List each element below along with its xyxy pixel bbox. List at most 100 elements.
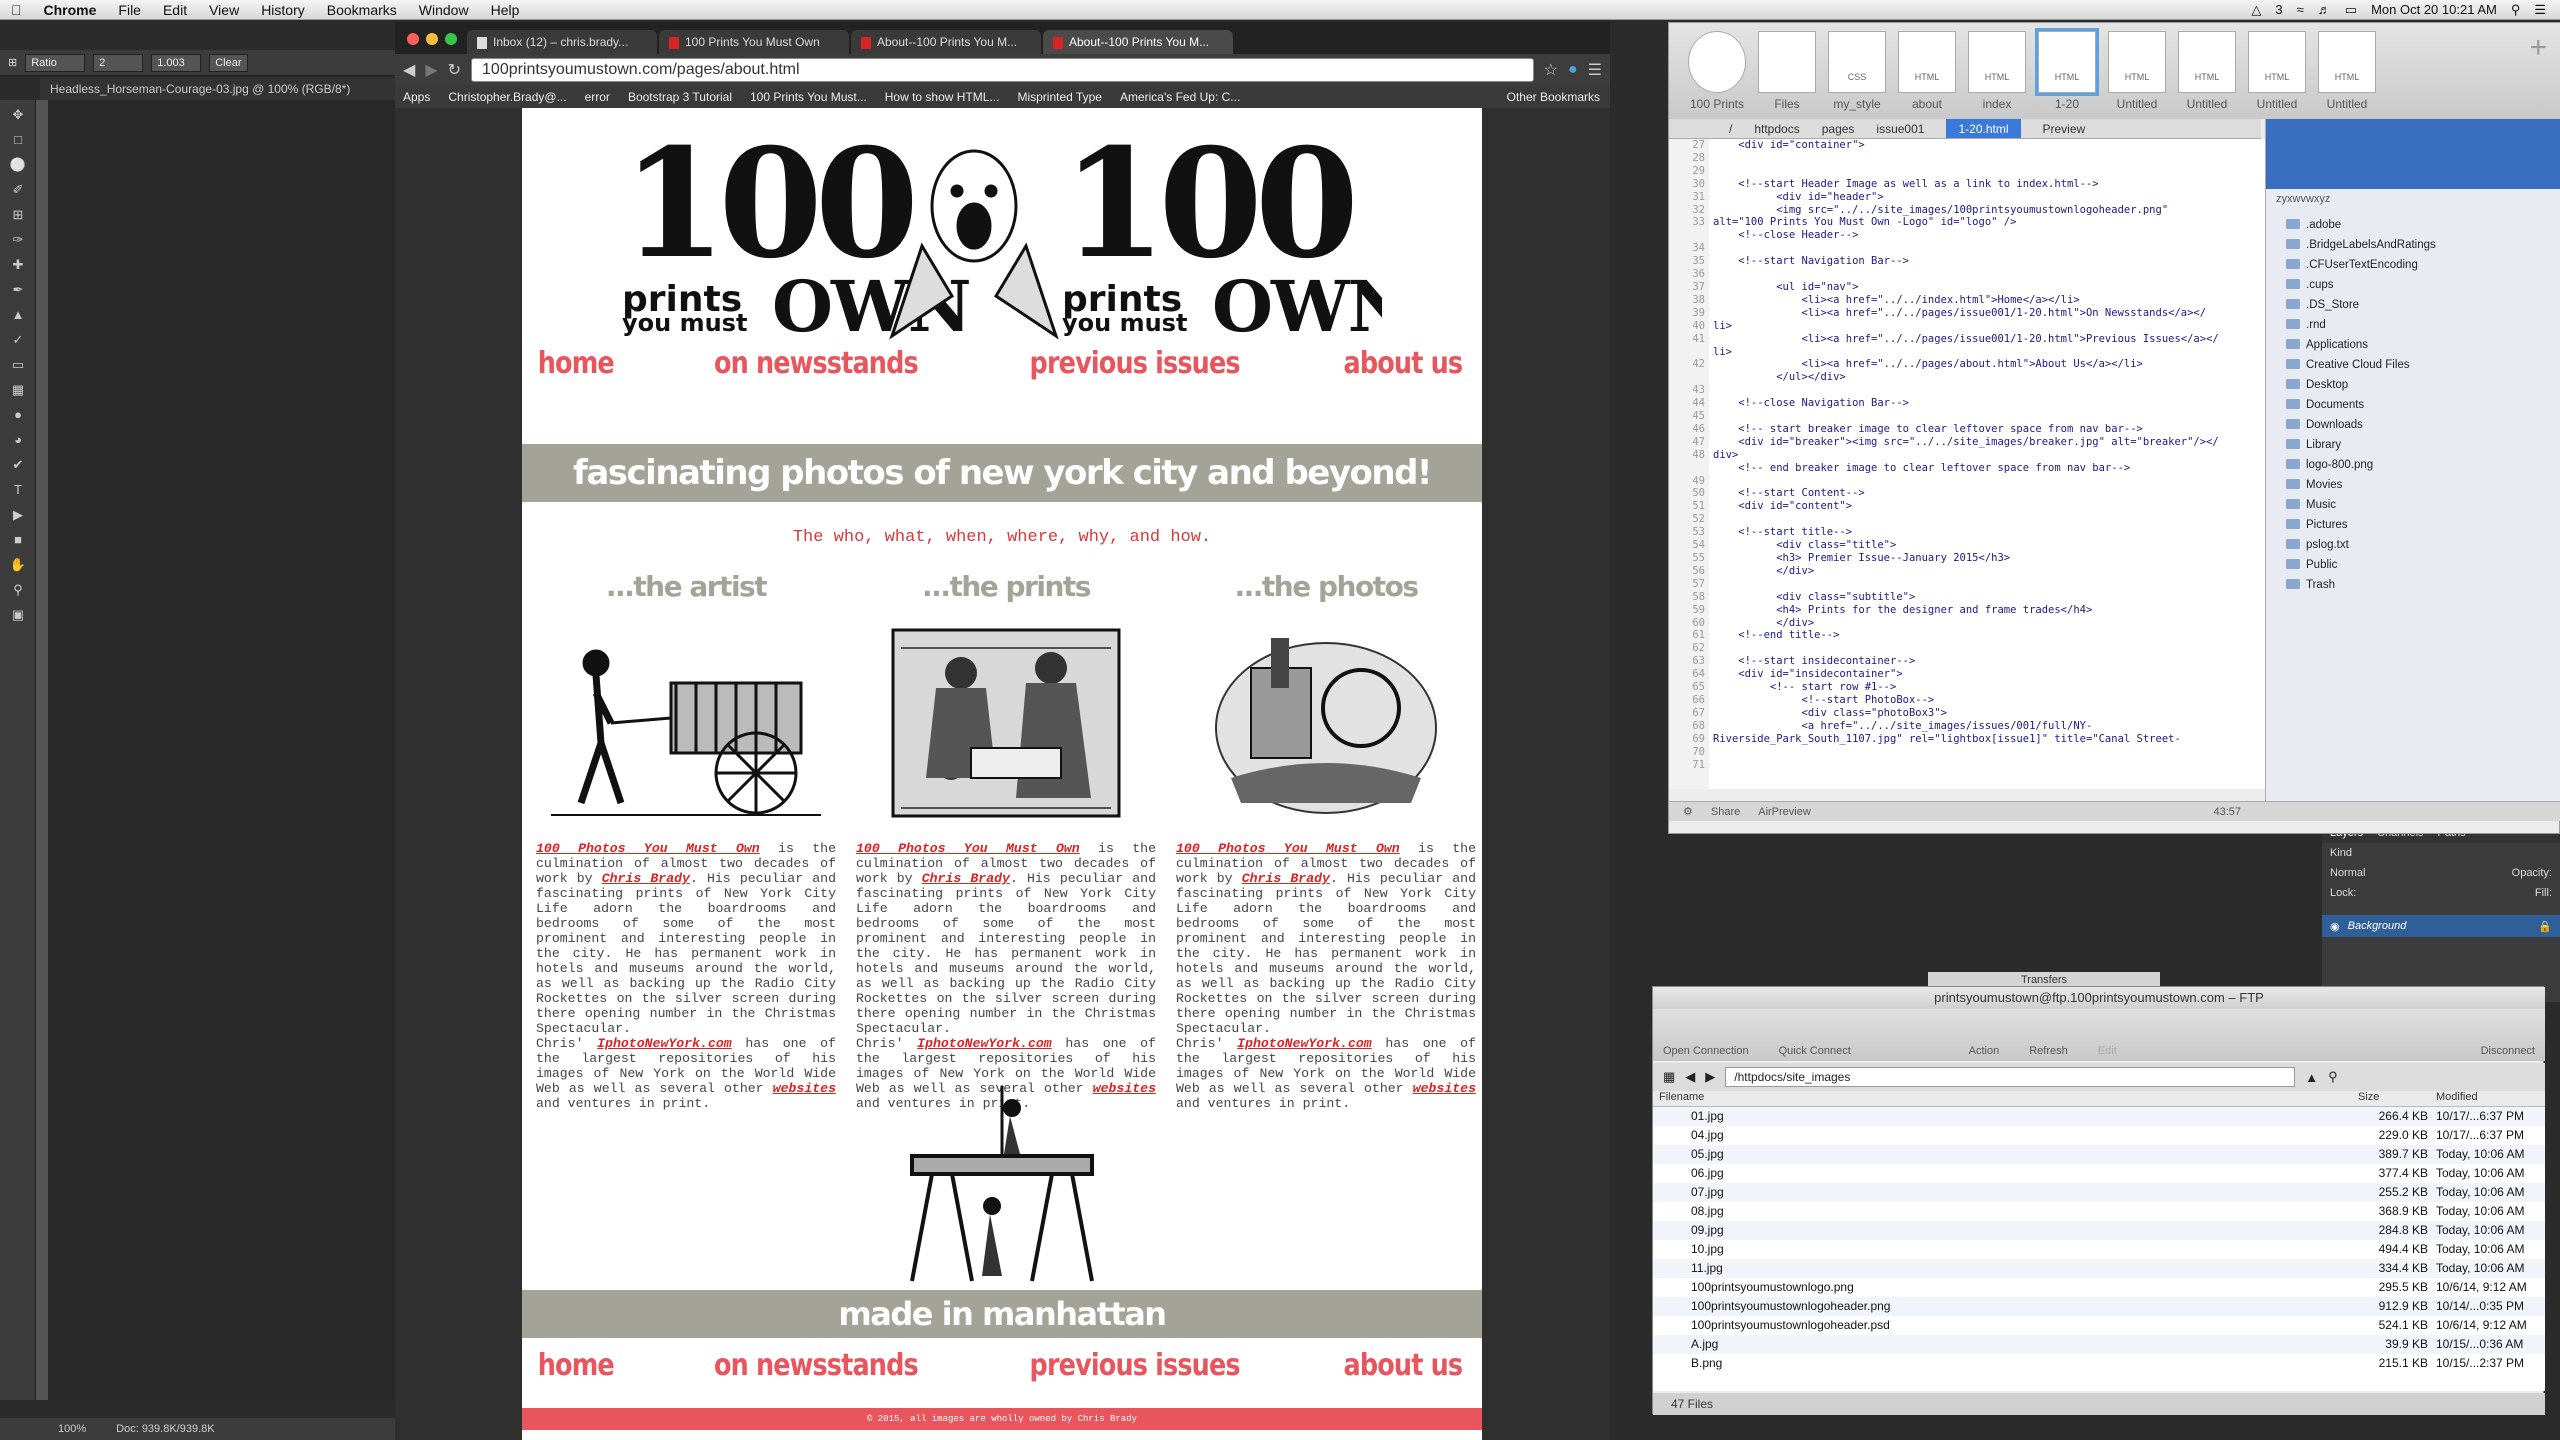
apple-icon[interactable]:  xyxy=(0,2,33,18)
table-row[interactable]: 07.jpg 255.2 KB Today, 10:06 AM xyxy=(1653,1183,2545,1202)
lasso-tool-icon[interactable]: ⚪ xyxy=(6,155,30,175)
col-size[interactable]: Size xyxy=(2358,1091,2428,1106)
bio-title-link[interactable]: 100 Photos You Must Own xyxy=(856,841,1080,856)
list-item[interactable]: Public xyxy=(2286,555,2541,575)
pen-icon[interactable]: ✔ xyxy=(6,455,30,475)
quick-connect-button[interactable]: Quick Connect xyxy=(1779,1045,1939,1057)
menu-file[interactable]: File xyxy=(107,2,152,18)
menu-view[interactable]: View xyxy=(198,2,250,18)
spotlight-icon[interactable]: ⚲ xyxy=(2511,2,2521,18)
dodge-icon[interactable]: ◕ xyxy=(6,430,30,450)
list-item[interactable]: logo-800.png xyxy=(2286,455,2541,475)
table-row[interactable]: A.jpg 39.9 KB 10/15/...0:36 AM xyxy=(1653,1335,2545,1354)
action-button[interactable]: Action xyxy=(1969,1045,2000,1057)
airpreview-button[interactable]: AirPreview xyxy=(1758,802,1811,821)
menu-app-name[interactable]: Chrome xyxy=(33,2,108,18)
crop-ratio-select[interactable]: Ratio xyxy=(25,53,86,72)
list-item[interactable]: Desktop xyxy=(2286,375,2541,395)
bookmark-star-icon[interactable]: ☆ xyxy=(1544,60,1558,80)
extension-icon[interactable]: ● xyxy=(1568,61,1578,79)
move-tool-icon[interactable]: ✥ xyxy=(6,105,30,125)
tab-untitled-1[interactable]: HTML Untitled xyxy=(2105,31,2169,119)
add-tab-icon[interactable]: + xyxy=(2529,31,2555,119)
eraser-icon[interactable]: ▭ xyxy=(6,355,30,375)
ps-canvas-area[interactable] xyxy=(48,100,395,1400)
iphoto-link[interactable]: IphotoNewYork.com xyxy=(917,1036,1052,1051)
tab-inbox[interactable]: Inbox (12) – chris.brady... xyxy=(467,30,657,54)
tab-untitled-2[interactable]: HTML Untitled xyxy=(2175,31,2239,119)
nav-on-newsstands[interactable]: on newsstands xyxy=(714,346,919,381)
path-pages[interactable]: pages xyxy=(1822,119,1855,138)
menu-history[interactable]: History xyxy=(250,2,316,18)
zoom-window-icon[interactable] xyxy=(445,33,457,45)
list-item[interactable]: Documents xyxy=(2286,395,2541,415)
volume-icon[interactable]: ♬ xyxy=(2318,2,2331,17)
notification-badge[interactable]: 3 xyxy=(2275,2,2282,17)
history-brush-icon[interactable]: ✓ xyxy=(6,330,30,350)
brush-icon[interactable]: ✒ xyxy=(6,280,30,300)
tab-1-20[interactable]: HTML 1-20 xyxy=(2035,28,2099,119)
bio-title-link[interactable]: 100 Photos You Must Own xyxy=(536,841,760,856)
list-item[interactable]: Creative Cloud Files xyxy=(2286,355,2541,375)
source-code[interactable]: <div id="container"> <!--start Header Im… xyxy=(1713,139,2219,746)
wifi-icon[interactable]: ≈ xyxy=(2297,2,2304,17)
bookmark-html[interactable]: How to show HTML... xyxy=(885,90,1000,104)
site-logo[interactable]: 100 100 prints you must prints you must … xyxy=(622,126,1382,346)
crop-tool-icon[interactable]: ⊞ xyxy=(6,205,30,225)
eye-icon[interactable]: ◉ xyxy=(2330,920,2340,933)
list-item[interactable]: Trash xyxy=(2286,575,2541,595)
path-httpdocs[interactable]: httpdocs xyxy=(1754,119,1799,138)
bookmark-bootstrap[interactable]: Bootstrap 3 Tutorial xyxy=(628,90,732,104)
shape-tool-icon[interactable]: ■ xyxy=(6,530,30,550)
notification-center-icon[interactable]: ☰ xyxy=(2534,2,2546,18)
path-current-file[interactable]: 1-20.html xyxy=(1946,119,2021,138)
quick-select-icon[interactable]: ✐ xyxy=(6,180,30,200)
sidebar-search[interactable]: zyxwvwxyz xyxy=(2266,189,2560,209)
list-item[interactable]: Library xyxy=(2286,435,2541,455)
nav-about-us[interactable]: about us xyxy=(1343,1348,1463,1383)
table-row[interactable]: B.png 215.1 KB 10/15/...2:37 PM xyxy=(1653,1354,2545,1373)
address-bar[interactable]: 100printsyoumustown.com/pages/about.html xyxy=(471,58,1534,82)
tab-about[interactable]: HTML about xyxy=(1895,31,1959,119)
nav-previous-issues[interactable]: previous issues xyxy=(1029,346,1240,381)
menu-clock[interactable]: Mon Oct 20 10:21 AM xyxy=(2371,2,2497,17)
battery-icon[interactable]: ▭ xyxy=(2345,2,2357,18)
forward-icon[interactable]: ▶ xyxy=(1705,1069,1715,1085)
ps-document-tab[interactable]: Headless_Horseman-Courage-03.jpg @ 100% … xyxy=(40,78,395,100)
tab-100-prints-site[interactable]: 100 Prints xyxy=(1685,31,1749,119)
author-link[interactable]: Chris Brady xyxy=(602,871,690,886)
view-mode-icon[interactable]: ▦ xyxy=(1663,1069,1675,1085)
menu-edit[interactable]: Edit xyxy=(152,2,198,18)
layer-kind-filter[interactable]: Kind xyxy=(2330,847,2352,859)
tab-files[interactable]: Files xyxy=(1755,31,1819,119)
healing-icon[interactable]: ✚ xyxy=(6,255,30,275)
minimize-window-icon[interactable] xyxy=(426,33,438,45)
dropbox-icon[interactable]: △ xyxy=(2251,2,2261,18)
layer-row-background[interactable]: ◉ Background 🔒 xyxy=(2322,915,2560,937)
clear-button[interactable]: Clear xyxy=(209,53,248,72)
table-row[interactable]: 04.jpg 229.0 KB 10/17/...6:37 PM xyxy=(1653,1126,2545,1145)
table-row[interactable]: 08.jpg 368.9 KB Today, 10:06 AM xyxy=(1653,1202,2545,1221)
crop-height-field[interactable]: 1.003 xyxy=(151,53,202,72)
code-area[interactable]: 27 28 29 30 31 32 33 34 35 36 37 38 39 4… xyxy=(1669,139,2265,789)
path-issue001[interactable]: issue001 xyxy=(1876,119,1924,138)
table-row[interactable]: 01.jpg 266.4 KB 10/17/...6:37 PM xyxy=(1653,1107,2545,1126)
table-row[interactable]: 100printsyoumustownlogoheader.psd 524.1 K… xyxy=(1653,1316,2545,1335)
list-item[interactable]: pslog.txt xyxy=(2286,535,2541,555)
table-row[interactable]: 05.jpg 389.7 KB Today, 10:06 AM xyxy=(1653,1145,2545,1164)
nav-home[interactable]: home xyxy=(538,346,615,381)
search-icon[interactable]: ⚲ xyxy=(2328,1069,2338,1085)
tab-about-2[interactable]: About--100 Prints You M... xyxy=(1043,30,1233,54)
crop-width-field[interactable]: 2 xyxy=(93,53,144,72)
path-root[interactable]: / xyxy=(1729,119,1732,138)
blur-icon[interactable]: ● xyxy=(6,405,30,425)
table-row[interactable]: 06.jpg 377.4 KB Today, 10:06 AM xyxy=(1653,1164,2545,1183)
gear-icon[interactable]: ⚙ xyxy=(1683,802,1693,821)
list-item[interactable]: .BridgeLabelsAndRatings xyxy=(2286,235,2541,255)
bookmark-apps[interactable]: Apps xyxy=(403,90,430,104)
ps-zoom-level[interactable]: 100% xyxy=(58,1423,86,1435)
author-link[interactable]: Chris Brady xyxy=(922,871,1010,886)
tab-about-1[interactable]: About--100 Prints You M... xyxy=(851,30,1041,54)
crop-icon[interactable]: ⊞ xyxy=(8,56,17,69)
list-item[interactable]: .cups xyxy=(2286,275,2541,295)
